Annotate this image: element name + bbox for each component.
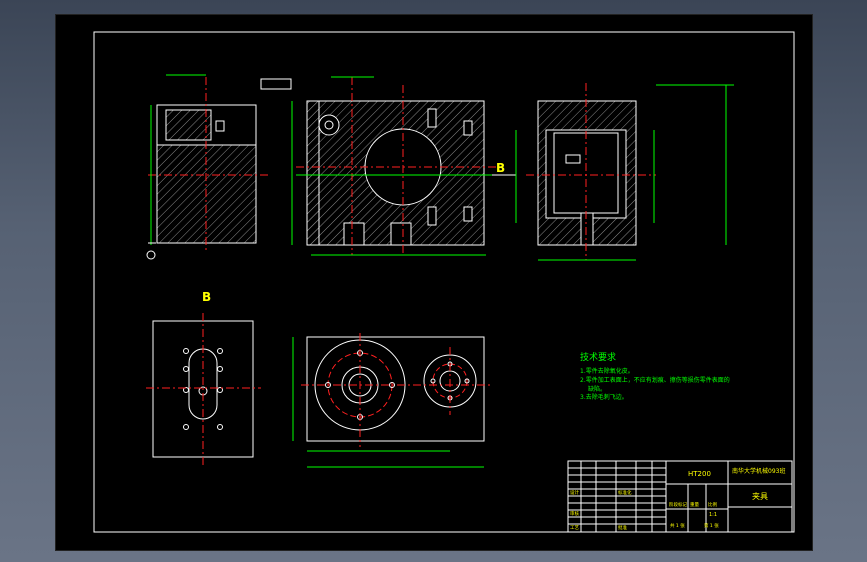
tb-label-standard: 标准化 <box>618 489 632 496</box>
title-block-material: HT200 <box>688 470 711 478</box>
tech-req-item-4: 3.去除毛刺飞边。 <box>580 393 628 401</box>
view-front-section <box>291 76 496 256</box>
tech-req-item-3: 缺陷。 <box>588 385 606 393</box>
tb-label-review: 审核 <box>570 510 579 517</box>
view-right-section <box>515 83 734 261</box>
tech-req-title: 技术要求 <box>580 351 616 363</box>
view-left-elevation <box>146 74 292 260</box>
tb-label-process: 工艺 <box>570 525 579 531</box>
view-top <box>292 333 491 468</box>
title-block-part-name: 夹具 <box>752 491 768 501</box>
technical-requirements: 技术要求 1.零件去除氧化皮。 2.零件加工表面上，不应有划痕、擦伤等损伤零件表… <box>580 351 730 401</box>
title-block-scale: 1:1 <box>709 512 717 518</box>
tech-req-item-2: 2.零件加工表面上，不应有划痕、擦伤等损伤零件表面的 <box>580 376 730 384</box>
tech-req-item-1: 1.零件去除氧化皮。 <box>580 367 634 375</box>
tb-label-approve: 批准 <box>618 524 627 531</box>
section-label-b: B <box>496 161 505 175</box>
engineering-drawing: B B 技术要求 1.零件去除氧化皮。 2.零件加工表面上，不应有划痕、擦伤等损… <box>93 31 795 533</box>
title-block: HT200 南华大学机械093班 夹具 1:1 设计 审核 工艺 批准 标准化 … <box>567 460 793 533</box>
view-label-b: B <box>202 290 211 304</box>
tb-label-weight: 重量 <box>690 501 699 508</box>
title-block-school: 南华大学机械093班 <box>732 467 785 475</box>
tb-label-design: 设计 <box>570 489 579 496</box>
tb-label-scale: 比例 <box>708 501 717 508</box>
tb-label-sheets-total: 共 1 张 <box>670 522 685 529</box>
tb-label-sheet-no: 第 1 张 <box>704 522 719 529</box>
tb-label-stage: 阶段标记 <box>669 501 687 508</box>
view-b-bottom <box>146 313 261 465</box>
cad-viewport[interactable]: B B 技术要求 1.零件去除氧化皮。 2.零件加工表面上，不应有划痕、擦伤等损… <box>55 14 813 551</box>
